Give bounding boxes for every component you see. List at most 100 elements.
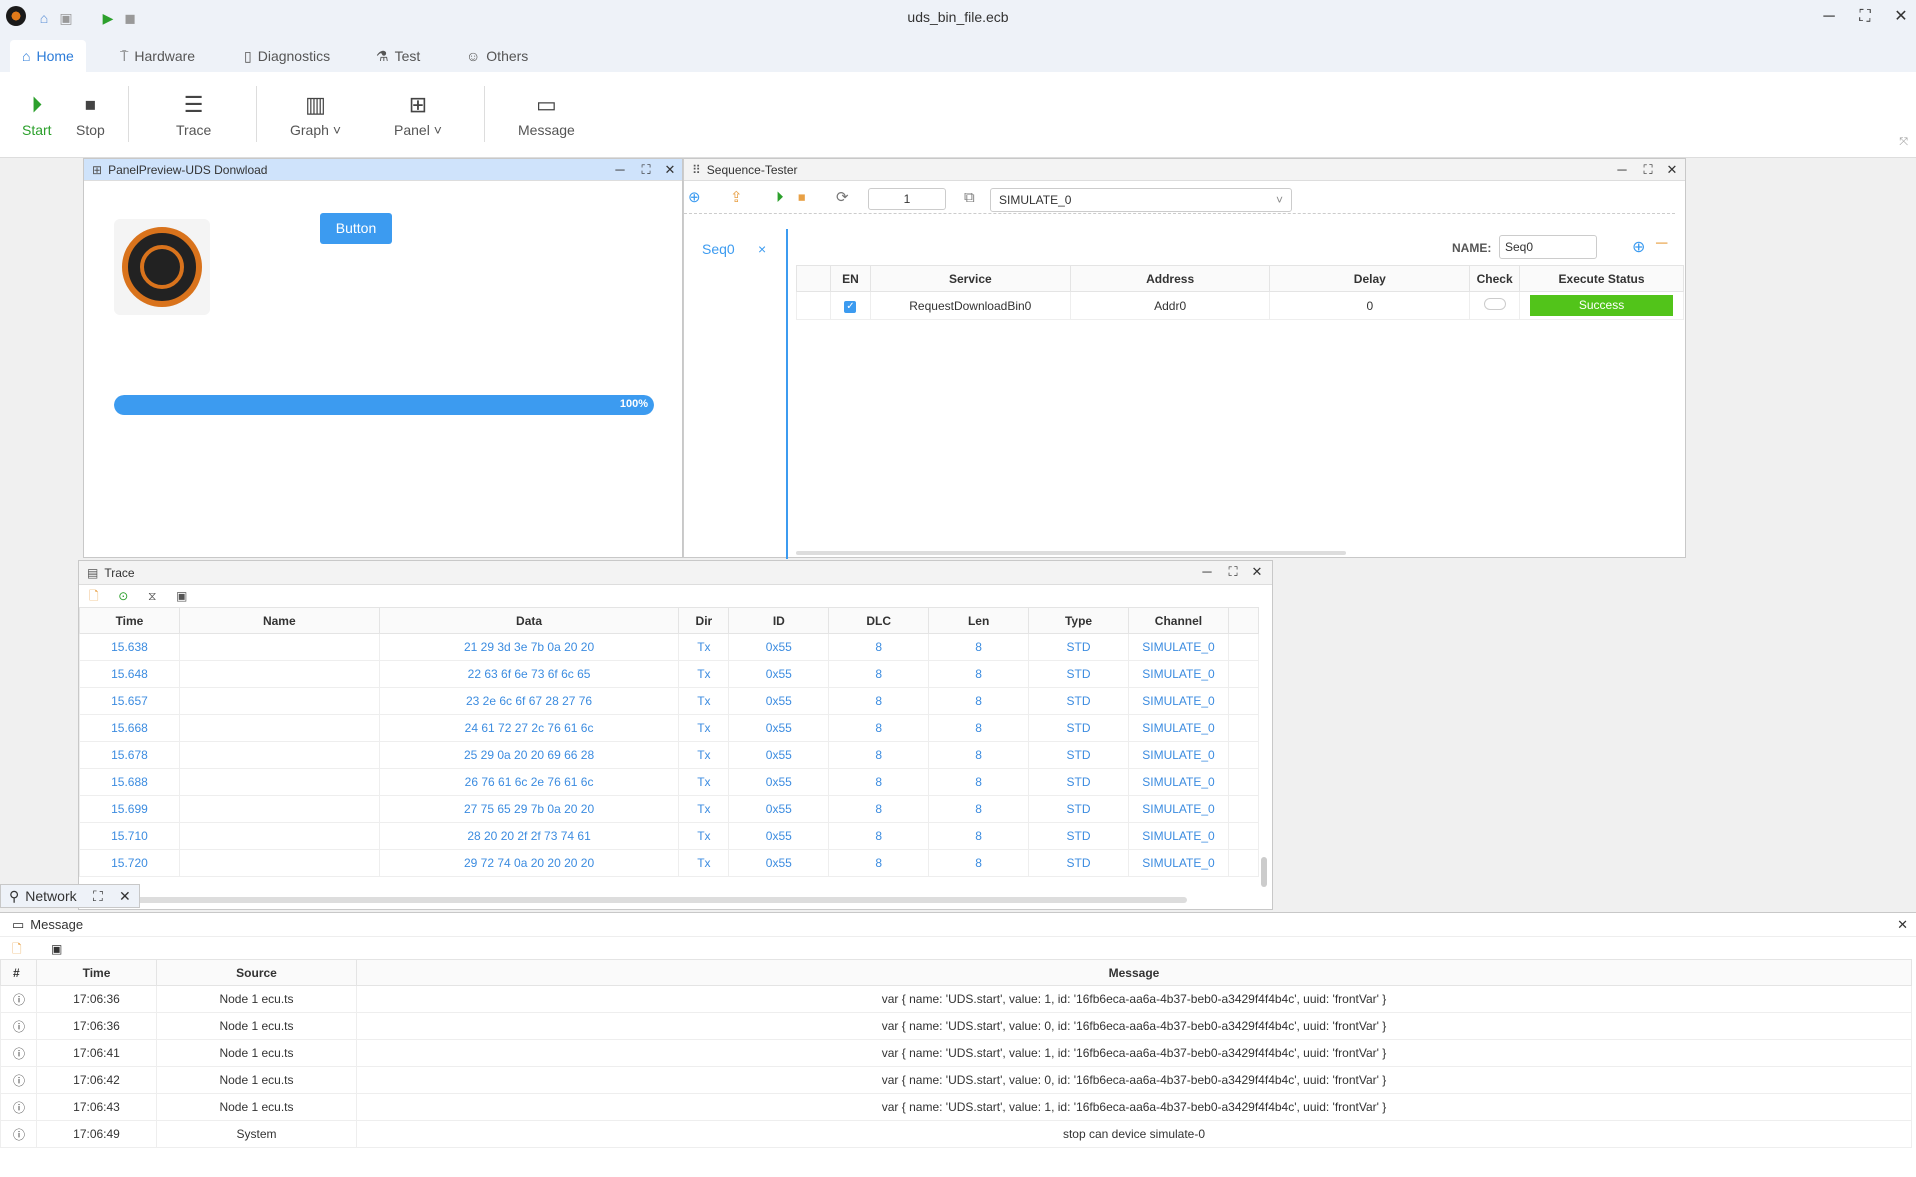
tab-others[interactable]: ☺ Others [454, 40, 540, 72]
new-file-icon[interactable]: 🗋 [89, 587, 99, 608]
table-row[interactable]: 15.668 24 61 72 27 2c 76 61 6c Tx 0x55 8 8 STD… [79, 714, 1260, 742]
minimize-button[interactable]: ─ [1197, 563, 1217, 581]
save-icon[interactable]: ▣ [51, 942, 62, 956]
info-icon: ⓘ [0, 1066, 37, 1094]
trace-icon: ▤ [87, 565, 99, 580]
sequence-name-input[interactable]: Seq0 [1499, 235, 1597, 259]
remove-step-icon[interactable]: ─ [1656, 235, 1667, 253]
panel-button[interactable]: ⊞ Panel ˅ [394, 92, 442, 138]
save-icon[interactable]: ▣ [176, 589, 187, 603]
table-row[interactable]: 15.678 25 29 0a 20 20 69 66 28 Tx 0x55 8 8 STD… [79, 741, 1260, 769]
stop-circle-icon: ⏹ [84, 92, 96, 117]
trace-icon: ☰ [183, 92, 204, 117]
close-button[interactable]: ✕ [1886, 6, 1916, 28]
tab-home[interactable]: ⌂ Home [10, 40, 86, 72]
trace-cell [178, 768, 380, 796]
column-header: Channel [1127, 607, 1229, 634]
message-cell: 17:06:43 [36, 1093, 157, 1121]
minimize-button[interactable]: ─ [610, 161, 630, 179]
table-row[interactable]: 15.657 23 2e 6c 6f 67 28 27 76 Tx 0x55 8 8 STD… [79, 687, 1260, 715]
maximize-button[interactable]: ⛶ [93, 888, 103, 905]
trace-cell: 15.688 [79, 768, 180, 796]
table-row[interactable]: ⓘ 17:06:36 Node 1 ecu.ts var { name: 'UDS.s… [0, 1012, 1912, 1040]
trace-cell: SIMULATE_0 [1127, 822, 1229, 850]
trace-cell: 8 [928, 768, 1030, 796]
play-icon[interactable]: ⊙ [118, 589, 128, 603]
drag-handle-icon[interactable]: ⠿ [692, 163, 701, 177]
tab-diagnostics[interactable]: ▯ Diagnostics [232, 40, 342, 72]
filter-icon[interactable]: ⧖ [148, 589, 156, 604]
panel-preview-window: ⊞ PanelPreview-UDS Donwload ─ ⛶ ✕ Button… [83, 158, 683, 558]
table-row[interactable]: 15.699 27 75 65 29 7b 0a 20 20 Tx 0x55 8 8 STD… [79, 795, 1260, 823]
trace-cell: SIMULATE_0 [1127, 795, 1229, 823]
minimize-button[interactable]: ─ [1612, 161, 1632, 179]
add-step-icon[interactable]: ⊕ [1632, 237, 1645, 257]
table-row[interactable]: ⓘ 17:06:42 Node 1 ecu.ts var { name: 'UDS.s… [0, 1066, 1912, 1094]
trace-cell: STD [1028, 822, 1129, 850]
maximize-button[interactable]: ⛶ [1638, 161, 1658, 179]
horizontal-scrollbar[interactable] [87, 897, 1187, 903]
trace-cell [178, 822, 380, 850]
close-tab-icon[interactable]: × [758, 241, 766, 257]
close-button[interactable]: ✕ [1662, 161, 1682, 179]
trace-cell [178, 714, 380, 742]
table-row[interactable]: ⓘ 17:06:49 System stop can device simulate-… [0, 1120, 1912, 1148]
tab-test[interactable]: ⚗ Test [364, 40, 432, 72]
graph-button[interactable]: ▥ Graph ˅ [290, 92, 341, 138]
status-badge: Success [1530, 295, 1673, 316]
stop-button[interactable]: ⏹ Stop [76, 92, 105, 138]
vertical-scrollbar[interactable] [1261, 857, 1267, 887]
trace-cell: 15.720 [79, 849, 180, 877]
close-button[interactable]: ✕ [1247, 563, 1267, 581]
tab-hardware[interactable]: ⍑ Hardware [108, 40, 207, 72]
check-toggle[interactable] [1469, 291, 1521, 320]
table-row[interactable]: 15.720 29 72 74 0a 20 20 20 20 Tx 0x55 8 8 STD… [79, 849, 1260, 877]
table-row[interactable]: 15.648 22 63 6f 6e 73 6f 6c 65 Tx 0x55 8 8 STD… [79, 660, 1260, 688]
horizontal-scrollbar[interactable] [796, 551, 1346, 555]
close-button[interactable]: ✕ [1897, 917, 1908, 933]
user-icon: ☺ [466, 48, 481, 64]
unpin-icon[interactable]: ⤧ [1899, 136, 1908, 149]
sequence-tester-window: ⠿ Sequence-Tester ─ ⛶ ✕ ⊕ ⇪ ⏵ ⏹ ⟳ 1 ⧉ SI… [683, 158, 1686, 559]
table-row[interactable]: 15.638 21 29 3d 3e 7b 0a 20 20 Tx 0x55 8 8 STD… [79, 633, 1260, 661]
trace-button[interactable]: ☰ Trace [176, 92, 211, 138]
tab-divider [786, 229, 788, 559]
import-icon[interactable]: ⇪ [730, 190, 743, 206]
trace-cell: Tx [678, 768, 730, 796]
maximize-button[interactable]: ⛶ [1223, 563, 1243, 581]
play-icon[interactable]: ⏵ [776, 190, 784, 206]
row-handle[interactable] [796, 291, 831, 320]
minimize-button[interactable]: ─ [1814, 6, 1844, 28]
table-row[interactable]: 15.688 26 76 61 6c 2e 76 61 6c Tx 0x55 8 8 STD… [79, 768, 1260, 796]
network-icon: ⚲ [9, 887, 20, 904]
network-tab[interactable]: ⚲ Network ⛶ ✕ [0, 884, 140, 908]
stop-icon[interactable]: ⏹ [798, 190, 806, 206]
table-row[interactable]: ✓ RequestDownloadBin0 Addr0 0 Success [796, 291, 1684, 320]
table-row[interactable]: ⓘ 17:06:41 Node 1 ecu.ts var { name: 'UDS.s… [0, 1039, 1912, 1067]
trace-title: Trace [104, 565, 135, 580]
table-row[interactable]: ⓘ 17:06:36 Node 1 ecu.ts var { name: 'UDS.s… [0, 985, 1912, 1013]
repeat-count-input[interactable]: 1 [868, 188, 946, 210]
trace-cell: 0x55 [728, 822, 830, 850]
tab-seq0[interactable]: Seq0 [702, 241, 735, 257]
trace-cell: 28 20 20 2f 2f 73 74 61 [378, 822, 680, 850]
message-cell: Node 1 ecu.ts [156, 1093, 357, 1121]
logo-inner [140, 245, 184, 289]
trace-cell: Tx [678, 633, 730, 661]
maximize-button[interactable]: ⛶ [1850, 6, 1880, 28]
device-select[interactable]: SIMULATE_0 ˅ [990, 188, 1292, 212]
close-button[interactable]: ✕ [119, 888, 131, 905]
add-icon[interactable]: ⊕ [688, 190, 701, 206]
enable-checkbox[interactable]: ✓ [829, 291, 871, 320]
close-button[interactable]: ✕ [660, 161, 680, 179]
trace-cell: SIMULATE_0 [1127, 633, 1229, 661]
table-row[interactable]: 15.710 28 20 20 2f 2f 73 74 61 Tx 0x55 8 8 STD… [79, 822, 1260, 850]
table-row[interactable]: ⓘ 17:06:43 Node 1 ecu.ts var { name: 'UDS.s… [0, 1093, 1912, 1121]
maximize-button[interactable]: ⛶ [636, 161, 656, 179]
loop-icon[interactable]: ⟳ [836, 190, 849, 206]
message-button[interactable]: ▭ Message [518, 92, 575, 138]
preview-button[interactable]: Button [320, 213, 392, 244]
device-icon[interactable]: ⧉ [964, 190, 975, 206]
new-file-icon[interactable]: 🗋 [12, 942, 22, 956]
start-button[interactable]: ⏵ Start [22, 92, 52, 138]
